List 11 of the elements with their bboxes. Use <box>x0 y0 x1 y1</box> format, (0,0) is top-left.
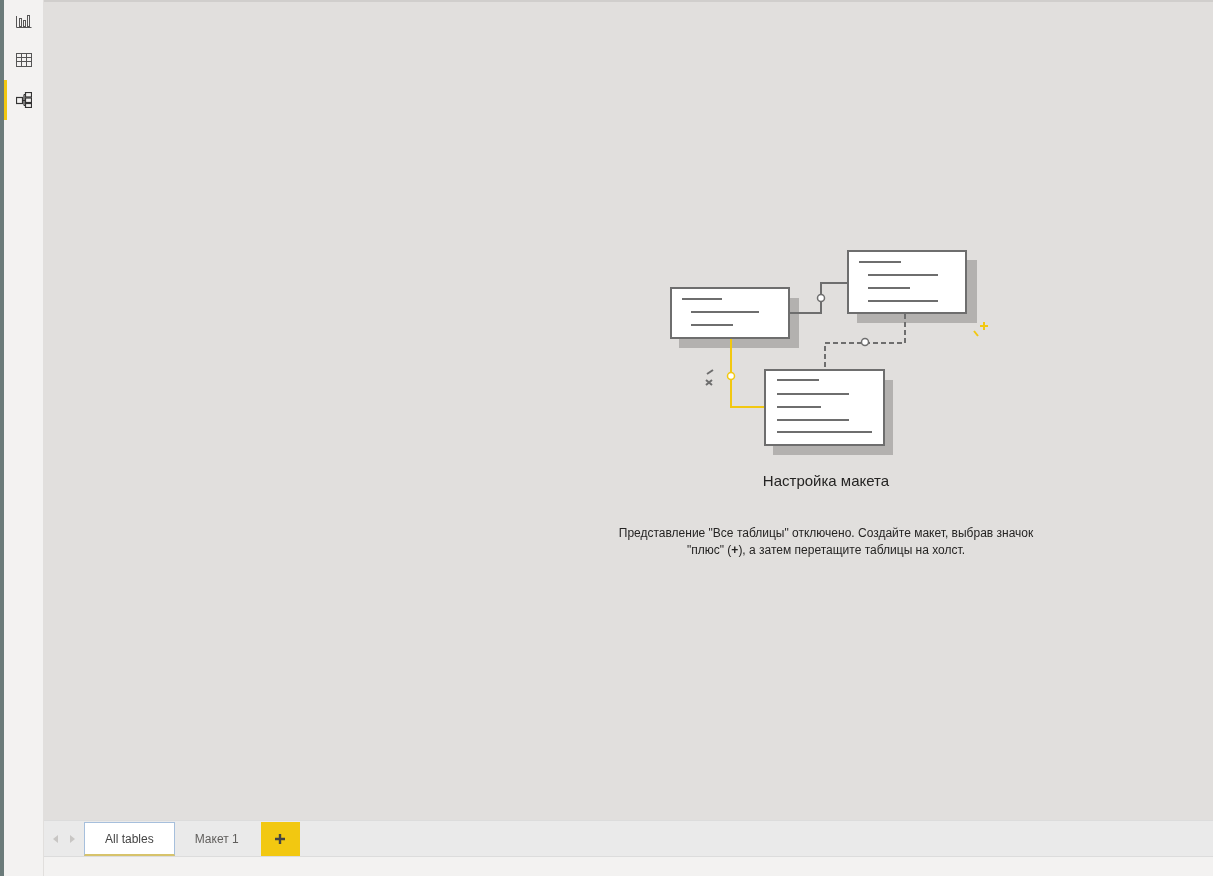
empty-state-title: Настройка макета <box>762 472 890 489</box>
bar-chart-icon <box>16 12 32 28</box>
layout-tab[interactable]: All tables <box>84 822 175 856</box>
scroll-right-icon <box>69 835 75 843</box>
layout-tab[interactable]: Макет 1 <box>174 822 259 856</box>
empty-state-message: Представление "Все таблицы" отключено. Создайте макет, выбрав значок "плюс" (+), а затем перетащите таблицы на холст. <box>617 525 1035 559</box>
model-diagram-icon <box>16 92 32 108</box>
table-grid-icon <box>16 52 32 68</box>
plus-icon <box>275 834 286 844</box>
scroll-left-icon <box>53 835 59 843</box>
add-layout-button[interactable] <box>260 822 300 856</box>
